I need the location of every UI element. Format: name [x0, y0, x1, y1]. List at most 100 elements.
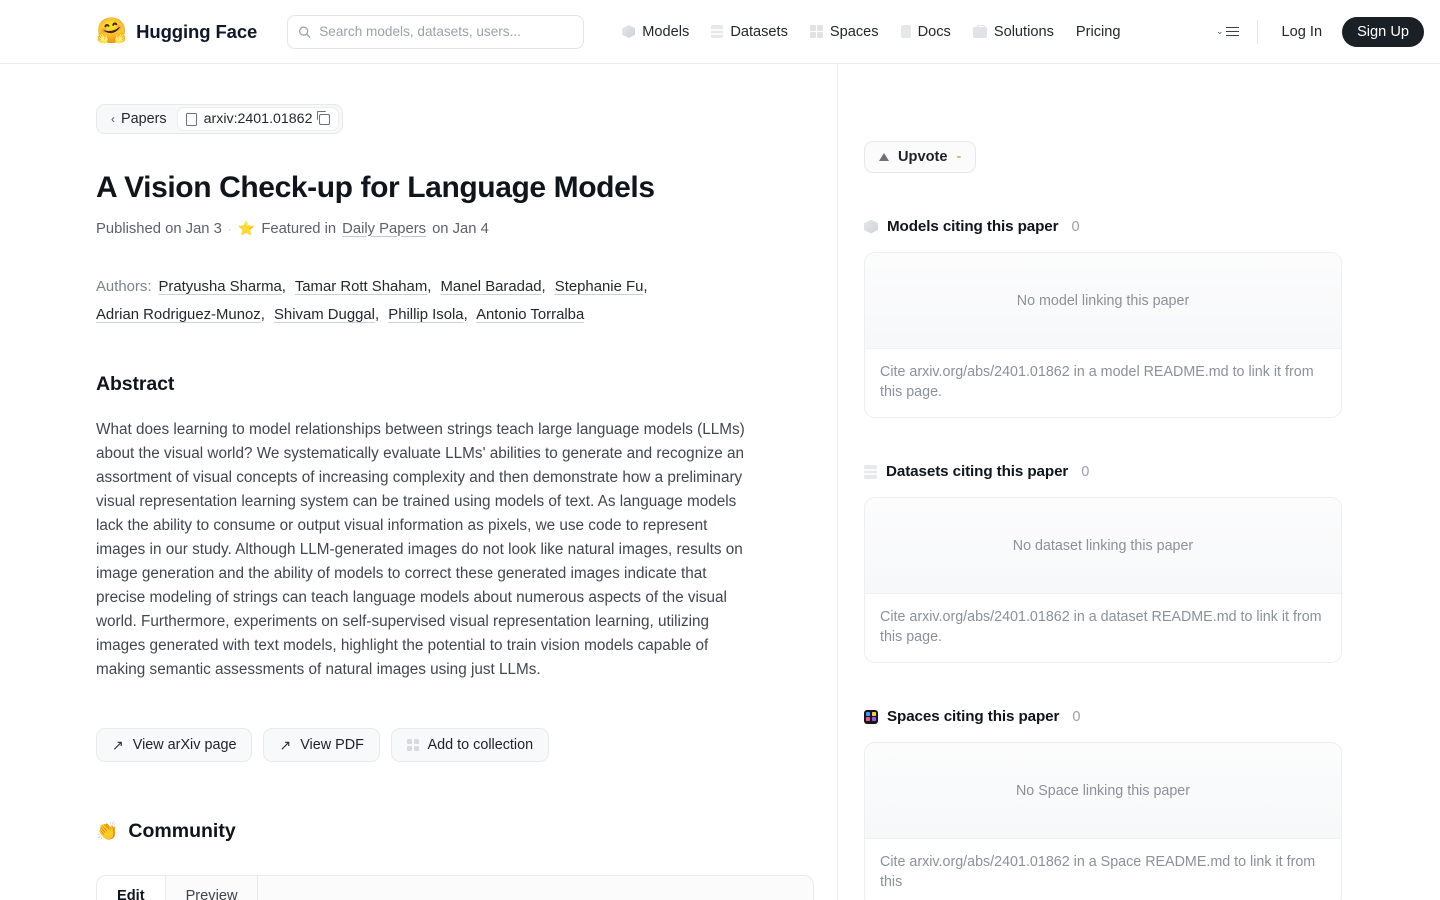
primary-nav-links: Models Datasets Spaces Docs Solutions Pr…	[614, 18, 1208, 46]
nav-item-solutions-label: Solutions	[993, 23, 1054, 40]
datasets-citing-section: Datasets citing this paper 0 No dataset …	[864, 463, 1440, 663]
spaces-citing-heading: Spaces citing this paper 0	[864, 708, 1440, 725]
brand-logo-link[interactable]: 🤗 Hugging Face	[96, 19, 257, 44]
paper-meta-line: Published on Jan 3 · ⭐ Featured in Daily…	[96, 220, 837, 237]
hamburger-menu-icon[interactable]: ⌄	[1208, 20, 1247, 43]
upvote-button[interactable]: Upvote -	[864, 141, 977, 173]
nav-item-pricing-label: Pricing	[1075, 23, 1121, 40]
tab-edit[interactable]: Edit	[97, 876, 166, 900]
search-input[interactable]	[319, 24, 574, 39]
paper-sidebar: Upvote - Models citing this paper 0 No m…	[838, 64, 1440, 900]
grid-icon	[809, 25, 823, 38]
spaces-citing-card: No Space linking this paper Cite arxiv.o…	[864, 742, 1342, 900]
chevron-left-icon: ‹	[111, 112, 115, 126]
menu-bars-icon	[1225, 26, 1239, 37]
nav-item-datasets[interactable]: Datasets	[703, 18, 796, 46]
breadcrumb-paper-id[interactable]: arxiv:2401.01862	[176, 107, 340, 131]
nav-item-pricing[interactable]: Pricing	[1068, 18, 1129, 46]
view-pdf-button[interactable]: ↗ View PDF	[263, 728, 380, 762]
spaces-citing-count: 0	[1072, 708, 1081, 725]
datasets-citing-title: Datasets citing this paper	[886, 463, 1069, 480]
view-pdf-label: View PDF	[300, 737, 364, 753]
nav-item-docs[interactable]: Docs	[893, 18, 959, 46]
spaces-empty-state: No Space linking this paper	[865, 743, 1341, 839]
breadcrumb-paper-id-label: arxiv:2401.01862	[203, 111, 313, 127]
search-icon	[299, 26, 311, 38]
author-link[interactable]: Antonio Torralba	[476, 307, 584, 323]
global-search-box[interactable]	[287, 14, 585, 49]
datasets-citing-card: No dataset linking this paper Cite arxiv…	[864, 497, 1342, 663]
nav-item-docs-label: Docs	[917, 23, 951, 40]
spaces-citing-title: Spaces citing this paper	[887, 708, 1060, 725]
tab-preview[interactable]: Preview	[165, 876, 259, 900]
breadcrumb: ‹ Papers arxiv:2401.01862	[96, 104, 344, 134]
external-link-icon: ↗	[112, 737, 124, 753]
models-cite-note: Cite arxiv.org/abs/2401.01862 in a model…	[880, 364, 1314, 400]
models-citing-section: Models citing this paper 0 No model link…	[864, 218, 1440, 418]
clap-hands-icon: 👏	[96, 821, 119, 841]
spaces-grid-icon	[864, 709, 878, 724]
add-to-collection-button[interactable]: Add to collection	[390, 728, 550, 762]
models-citing-title: Models citing this paper	[887, 218, 1059, 235]
models-empty-state: No model linking this paper	[865, 253, 1341, 349]
author-link[interactable]: Stephanie Fu	[555, 279, 644, 295]
page-body: ‹ Papers arxiv:2401.01862 A Vision Check…	[0, 64, 1440, 900]
nav-right-group: ⌄ Log In Sign Up	[1208, 16, 1424, 47]
author-link[interactable]: Tamar Rott Shaham	[295, 279, 427, 295]
datasets-citing-count: 0	[1081, 463, 1090, 480]
community-heading: 👏 Community	[96, 820, 837, 843]
upvote-label: Upvote	[898, 149, 948, 165]
abstract-text: What does learning to model relationship…	[96, 421, 745, 678]
briefcase-icon	[972, 24, 987, 38]
models-citing-count: 0	[1071, 218, 1080, 235]
featured-prefix: Featured in	[261, 220, 337, 237]
hugging-face-logo-icon: 🤗	[96, 17, 128, 45]
author-link[interactable]: Manel Baradad	[441, 279, 542, 295]
collection-grid-icon	[406, 739, 419, 751]
nav-item-spaces[interactable]: Spaces	[802, 18, 887, 46]
published-date: Published on Jan 3	[96, 220, 222, 237]
chevron-down-icon: ⌄	[1215, 26, 1224, 36]
breadcrumb-papers-link[interactable]: ‹ Papers	[105, 111, 173, 127]
comment-editor-tabs: Edit Preview	[96, 875, 814, 900]
models-citing-heading: Models citing this paper 0	[864, 218, 1440, 235]
database-icon	[864, 464, 877, 479]
spaces-citing-section: Spaces citing this paper 0 No Space link…	[864, 708, 1440, 900]
daily-papers-link[interactable]: Daily Papers	[342, 221, 426, 237]
datasets-cite-note: Cite arxiv.org/abs/2401.01862 in a datas…	[880, 609, 1322, 645]
log-in-link[interactable]: Log In	[1272, 18, 1333, 46]
meta-separator: ·	[227, 221, 232, 236]
breadcrumb-papers-label: Papers	[121, 111, 167, 127]
models-citing-card: No model linking this paper Cite arxiv.o…	[864, 252, 1342, 418]
nav-item-datasets-label: Datasets	[730, 23, 788, 40]
authors-list: Authors: Pratyusha Sharma, Tamar Rott Sha…	[96, 279, 648, 323]
top-navigation-bar: 🤗 Hugging Face Models Datasets Spaces Do…	[0, 0, 1440, 64]
nav-item-solutions[interactable]: Solutions	[965, 18, 1062, 46]
upvote-count: -	[956, 149, 962, 165]
author-link[interactable]: Phillip Isola	[388, 307, 463, 323]
nav-divider	[1256, 19, 1258, 44]
view-arxiv-page-button[interactable]: ↗ View arXiv page	[96, 728, 253, 762]
datasets-citing-heading: Datasets citing this paper 0	[864, 463, 1440, 480]
paper-action-buttons: ↗ View arXiv page ↗ View PDF Add to coll…	[96, 728, 837, 762]
nav-item-spaces-label: Spaces	[829, 23, 879, 40]
star-icon: ⭐	[237, 220, 256, 236]
cube-icon	[622, 25, 636, 38]
copy-icon[interactable]	[317, 111, 331, 125]
author-link[interactable]: Adrian Rodriguez-Munoz	[96, 307, 261, 323]
nav-item-models[interactable]: Models	[614, 18, 697, 46]
external-link-icon: ↗	[279, 737, 292, 753]
author-link[interactable]: Shivam Duggal	[274, 307, 375, 323]
abstract-heading: Abstract	[96, 373, 175, 395]
view-arxiv-page-label: View arXiv page	[132, 737, 237, 753]
triangle-up-icon	[879, 153, 889, 161]
book-icon	[900, 25, 911, 38]
database-icon	[711, 25, 724, 38]
cube-icon	[864, 219, 878, 234]
brand-name: Hugging Face	[136, 20, 258, 42]
author-link[interactable]: Pratyusha Sharma	[158, 279, 281, 295]
nav-item-models-label: Models	[642, 23, 690, 40]
sign-up-button[interactable]: Sign Up	[1342, 16, 1424, 47]
authors-label: Authors:	[96, 279, 152, 295]
datasets-empty-state: No dataset linking this paper	[865, 498, 1341, 594]
